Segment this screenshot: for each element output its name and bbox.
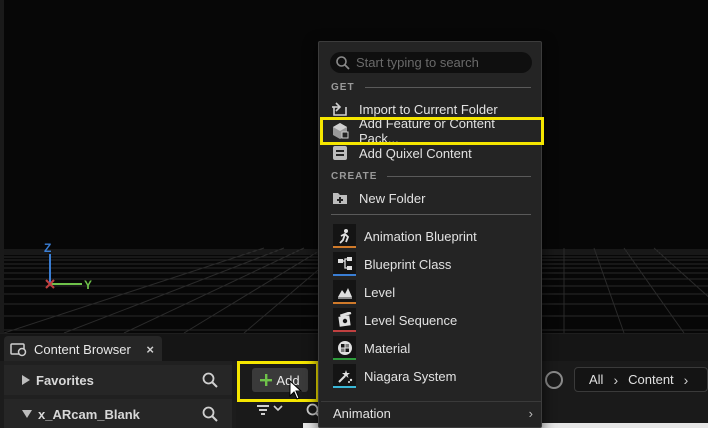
level-icon: [333, 280, 356, 304]
niagara-icon: [333, 364, 356, 388]
menu-item-animation-submenu[interactable]: Animation ›: [321, 401, 541, 425]
chevron-right-icon: ›: [683, 371, 689, 388]
breadcrumb: All › Content ›: [574, 367, 708, 392]
menu-item-label: Niagara System: [364, 368, 457, 384]
menu-divider: [331, 214, 531, 215]
sources-panel: Favorites x_ARcam_Blank: [4, 361, 232, 428]
menu-item-label: Material: [364, 340, 411, 356]
menu-item-niagara-system[interactable]: Niagara System: [333, 363, 533, 389]
menu-item-label: Blueprint Class: [364, 256, 452, 272]
mouse-cursor-icon: [289, 380, 303, 400]
menu-search-input[interactable]: [356, 55, 526, 70]
menu-item-quixel[interactable]: Add Quixel Content: [331, 142, 531, 164]
content-browser-icon: [10, 343, 27, 357]
import-icon: [331, 100, 349, 118]
menu-item-blueprint-class[interactable]: Blueprint Class: [333, 251, 533, 277]
menu-item-label: Animation: [333, 406, 391, 421]
axis-y-label: Y: [84, 278, 92, 292]
chevron-right-icon: ›: [528, 406, 533, 421]
menu-item-new-folder[interactable]: New Folder: [331, 187, 531, 209]
chevron-right-icon: ›: [613, 371, 619, 388]
section-get-label: GET: [331, 81, 355, 93]
project-section[interactable]: x_ARcam_Blank: [4, 399, 232, 428]
plus-icon: [260, 374, 273, 386]
menu-item-level[interactable]: Level: [333, 279, 533, 305]
chevron-down-icon[interactable]: [22, 410, 32, 418]
section-create-label: CREATE: [331, 170, 378, 182]
close-icon[interactable]: ×: [146, 342, 154, 357]
axis-z-label: Z: [44, 241, 51, 255]
menu-item-label: Import to Current Folder: [359, 101, 498, 117]
menu-item-label: Add Quixel Content: [359, 145, 472, 161]
favorites-section[interactable]: Favorites: [4, 365, 232, 395]
feature-pack-icon: [331, 122, 349, 140]
menu-search-box[interactable]: [330, 52, 532, 73]
menu-item-material[interactable]: Material: [333, 335, 533, 361]
section-get: GET: [331, 80, 531, 94]
history-back-button[interactable]: [545, 371, 563, 389]
content-browser-tab-label: Content Browser: [34, 341, 131, 357]
menu-item-label: Level Sequence: [364, 312, 458, 328]
project-label: x_ARcam_Blank: [38, 406, 140, 422]
level-sequence-icon: [333, 308, 356, 332]
section-create: CREATE: [331, 169, 531, 183]
new-folder-icon: [331, 189, 349, 207]
filter-icon[interactable]: [254, 401, 294, 423]
menu-item-label: Level: [364, 284, 396, 300]
content-browser-tab[interactable]: Content Browser ×: [4, 336, 162, 362]
menu-item-animation-blueprint[interactable]: Animation Blueprint: [333, 223, 533, 249]
menu-item-level-sequence[interactable]: Level Sequence: [333, 307, 533, 333]
favorites-label: Favorites: [36, 372, 94, 388]
breadcrumb-item[interactable]: Content: [628, 372, 674, 387]
blueprint-class-icon: [333, 252, 356, 276]
search-icon[interactable]: [202, 372, 218, 388]
search-icon[interactable]: [202, 406, 218, 422]
menu-item-label: Animation Blueprint: [364, 228, 477, 244]
chevron-right-icon[interactable]: [22, 375, 30, 385]
add-menu: GET Import to Current Folder Add Feature…: [318, 41, 542, 428]
quixel-icon: [331, 144, 349, 162]
menu-item-label: New Folder: [359, 190, 426, 206]
material-icon: [333, 336, 356, 360]
search-icon: [336, 55, 350, 70]
menu-item-add-feature-pack[interactable]: Add Feature or Content Pack...: [331, 116, 531, 146]
animation-blueprint-icon: [333, 224, 356, 248]
breadcrumb-item[interactable]: All: [589, 372, 603, 387]
